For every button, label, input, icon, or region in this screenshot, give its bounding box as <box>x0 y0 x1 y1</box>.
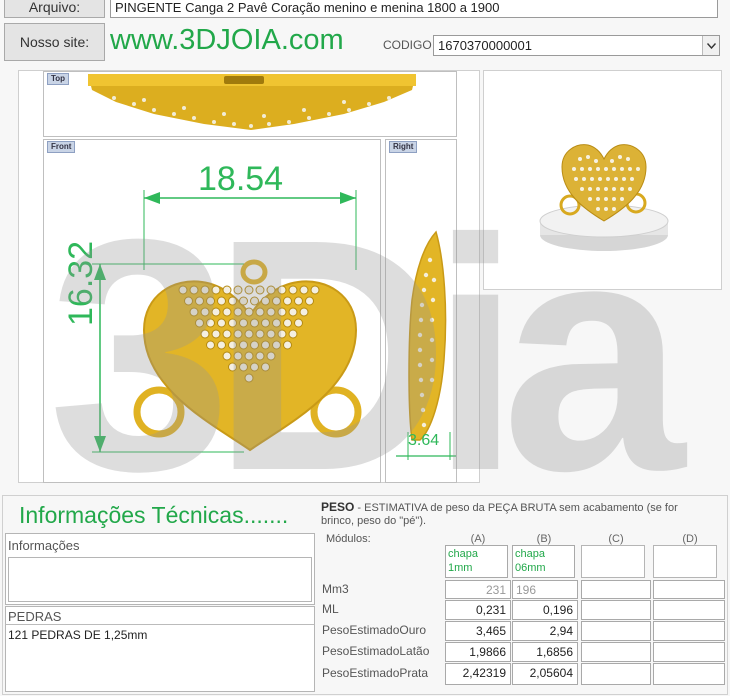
cell-ouro-d[interactable] <box>653 621 725 641</box>
peso-description: - ESTIMATIVA de peso da PEÇA BRUTA sem a… <box>321 502 678 527</box>
arquivo-label: Arquivo: <box>4 0 105 18</box>
perspective-render-panel <box>483 70 722 290</box>
cell-ouro-c[interactable] <box>581 621 651 641</box>
modulos-label: Módulos: <box>326 533 371 545</box>
cell-ouro-a[interactable]: 3,465 <box>445 621 511 641</box>
cell-prata-a[interactable]: 2,42319 <box>445 663 511 685</box>
cell-prata-b[interactable]: 2,05604 <box>512 663 578 685</box>
cell-ml-d[interactable] <box>653 600 725 620</box>
row-label-prata: PesoEstimadoPrata <box>322 666 429 680</box>
row-label-ouro: PesoEstimadoOuro <box>322 623 427 637</box>
informacoes-label: Informações <box>8 538 80 553</box>
row-label-latao: PesoEstimadoLatão <box>322 644 430 658</box>
col-head-b: (B) <box>536 533 552 545</box>
height-dimension: 16.32 <box>62 240 100 326</box>
top-view-render <box>88 74 416 130</box>
peso-title: PESO <box>321 500 355 514</box>
cell-latao-d[interactable] <box>653 642 725 662</box>
cell-mm3-d[interactable] <box>653 580 725 599</box>
cell-ml-b[interactable]: 0,196 <box>512 600 578 620</box>
cell-mm3-c[interactable] <box>581 580 651 599</box>
cell-mm3-b[interactable]: 196 <box>512 580 578 599</box>
nosso-site-button[interactable]: Nosso site: <box>4 23 105 61</box>
informacoes-textarea[interactable] <box>8 557 312 602</box>
row-label-mm3: Mm3 <box>322 582 349 596</box>
front-view-tag[interactable]: Front <box>47 141 76 153</box>
cell-ml-c[interactable] <box>581 600 651 620</box>
codigo-label: CODIGO <box>383 38 432 52</box>
site-link[interactable]: www.3DJOIA.com <box>110 24 344 57</box>
col-head-d: (D) <box>682 533 698 545</box>
info-title: Informações Técnicas....... <box>19 502 289 528</box>
app-window: Arquivo: PINGENTE Canga 2 Pavê Coração m… <box>0 0 730 696</box>
perspective-render <box>539 144 669 251</box>
row-label-ml: ML <box>322 602 339 616</box>
right-view-tag[interactable]: Right <box>389 141 418 153</box>
cell-mm3-a[interactable]: 231 <box>445 580 511 599</box>
viewports-panel: Top 18.54 16.32 Front 3.64 Right <box>18 70 480 483</box>
right-viewport: 3.64 Right <box>385 139 457 483</box>
chapa-a[interactable]: chapa 1mm <box>445 545 508 578</box>
depth-dimension: 3.64 <box>408 432 440 449</box>
pedras-label: PEDRAS <box>8 609 62 624</box>
chevron-down-icon[interactable] <box>702 36 719 55</box>
col-head-a: (A) <box>470 533 486 545</box>
codigo-select[interactable]: 1670370000001 <box>433 35 720 56</box>
cell-ml-a[interactable]: 0,231 <box>445 600 511 620</box>
cell-prata-d[interactable] <box>653 663 725 685</box>
cell-latao-b[interactable]: 1,6856 <box>512 642 578 662</box>
peso-header: PESO - ESTIMATIVA de peso da PEÇA BRUTA … <box>321 501 701 528</box>
arquivo-field[interactable]: PINGENTE Canga 2 Pavê Coração menino e m… <box>110 0 718 18</box>
col-head-c: (C) <box>608 533 624 545</box>
chapa-c[interactable] <box>581 545 645 578</box>
top-view-tag[interactable]: Top <box>47 73 70 85</box>
codigo-value: 1670370000001 <box>438 38 532 53</box>
chapa-b[interactable]: chapa 06mm <box>512 545 575 578</box>
cell-prata-c[interactable] <box>581 663 651 685</box>
front-viewport: 18.54 16.32 Front <box>43 139 381 483</box>
cell-latao-a[interactable]: 1,9866 <box>445 642 511 662</box>
top-viewport: Top <box>43 71 457 137</box>
width-dimension: 18.54 <box>198 160 284 198</box>
cell-ouro-b[interactable]: 2,94 <box>512 621 578 641</box>
chapa-d[interactable] <box>653 545 717 578</box>
cell-latao-c[interactable] <box>581 642 651 662</box>
pedras-value: 121 PEDRAS DE 1,25mm <box>8 628 148 642</box>
